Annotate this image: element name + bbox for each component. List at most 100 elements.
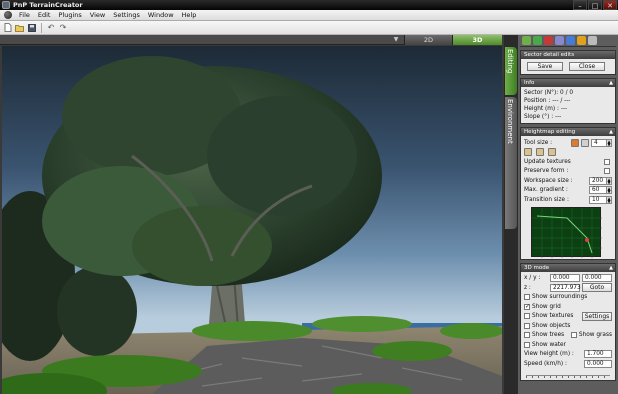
app-logo-icon — [4, 11, 12, 19]
update-textures-checkbox[interactable] — [604, 158, 610, 165]
toolbar-divider — [41, 22, 42, 33]
tab-3d[interactable]: 3D — [452, 35, 502, 45]
3d-mode-header: 3D mode ▲ — [521, 263, 615, 272]
menu-window[interactable]: Window — [144, 11, 178, 19]
minimap[interactable] — [531, 206, 602, 258]
tool-size-field[interactable]: 4 — [591, 138, 607, 147]
tab-editing-label: Editing — [506, 49, 514, 74]
show-objects-label: Show objects — [532, 322, 571, 329]
max-gradient-field[interactable]: 60 — [589, 186, 607, 195]
speed-slider[interactable] — [524, 372, 612, 378]
heightmap-section: Heightmap editing ▲ Tool size : 4 ▲ ▼ Upd… — [520, 127, 616, 260]
tool-size-stepper[interactable]: ▲ ▼ — [607, 138, 612, 147]
speed-label: Speed (km/h) : — [524, 360, 567, 367]
minimize-button[interactable]: – — [573, 0, 587, 10]
view-height-label: View height (m) : — [524, 351, 574, 358]
save-button[interactable]: Save — [527, 62, 563, 71]
object-tool-icon[interactable] — [544, 36, 553, 45]
panel-icon-bar — [520, 35, 616, 47]
z-label: z : — [524, 284, 531, 291]
y-field[interactable]: 0.000 — [582, 274, 612, 283]
close-button[interactable]: ✕ — [603, 0, 617, 10]
menu-view[interactable]: View — [86, 11, 109, 19]
preserve-form-checkbox[interactable] — [604, 168, 610, 175]
speed-field[interactable]: 0.000 — [584, 359, 612, 368]
app-icon — [2, 1, 10, 9]
menu-plugins[interactable]: Plugins — [54, 11, 85, 19]
raise-tool-icon[interactable] — [524, 148, 532, 157]
tab-editing[interactable]: Editing — [505, 47, 517, 95]
window-title: PnP TerrainCreator — [13, 1, 83, 9]
menu-edit[interactable]: Edit — [34, 11, 55, 19]
properties-panel: Sector detail edits Save Close Info ▲ Se… — [518, 35, 618, 394]
workspace-size-label: Workspace size : — [524, 177, 573, 184]
brush-round-icon[interactable] — [571, 138, 579, 147]
collapse-icon[interactable]: ▲ — [609, 79, 613, 87]
3d-viewport[interactable] — [2, 46, 502, 394]
workspace-size-field[interactable]: 200 — [589, 176, 607, 185]
light-tool-icon[interactable] — [577, 36, 586, 45]
settings-tool-icon[interactable] — [588, 36, 597, 45]
collapse-icon[interactable]: ▲ — [609, 264, 613, 272]
menu-file[interactable]: File — [15, 11, 34, 19]
show-trees-checkbox[interactable] — [524, 332, 530, 339]
show-water-label: Show water — [532, 341, 567, 348]
texture-tool-icon[interactable] — [533, 36, 542, 45]
workspace-size-stepper[interactable]: ▲ ▼ — [607, 176, 612, 185]
info-section: Info ▲ Sector (N°): 0 / 0 Position : ---… — [520, 78, 616, 124]
view-height-field[interactable]: 1.700 — [584, 350, 612, 359]
brush-square-icon[interactable] — [581, 138, 589, 147]
close-edits-button[interactable]: Close — [569, 62, 605, 71]
show-grid-checkbox[interactable]: ✓ — [524, 303, 530, 310]
sector-edits-section: Sector detail edits Save Close — [520, 50, 616, 75]
view-dropdown-arrow[interactable]: ▼ — [390, 35, 402, 45]
redo-icon[interactable]: ↷ — [58, 23, 68, 33]
show-water-checkbox[interactable] — [524, 341, 530, 348]
terrain-tool-icon[interactable] — [522, 36, 531, 45]
xy-label: x / y : — [524, 275, 541, 282]
info-title: Info — [524, 80, 535, 86]
x-field[interactable]: 0.000 — [550, 274, 580, 283]
save-icon[interactable] — [27, 23, 37, 33]
menu-settings[interactable]: Settings — [109, 11, 144, 19]
goto-button[interactable]: Goto — [582, 283, 612, 293]
lower-tool-icon[interactable] — [536, 148, 544, 157]
transition-size-stepper[interactable]: ▲ ▼ — [607, 195, 612, 204]
tab-2d[interactable]: 2D — [404, 35, 452, 45]
menu-help[interactable]: Help — [178, 11, 201, 19]
show-textures-label: Show textures — [532, 313, 574, 320]
show-grass-label: Show grass — [578, 332, 612, 339]
open-folder-icon[interactable] — [15, 23, 25, 33]
z-field[interactable]: 2217.973 — [550, 283, 581, 292]
tab-environment[interactable]: Environment — [505, 97, 517, 229]
side-tab-strip: Editing Environment — [504, 35, 518, 394]
info-sector: Sector (N°): 0 / 0 — [524, 90, 574, 96]
show-textures-checkbox[interactable] — [524, 313, 530, 320]
3d-mode-title: 3D mode — [524, 264, 550, 271]
show-surroundings-label: Show surroundings — [532, 294, 588, 301]
tab-environment-label: Environment — [506, 99, 514, 144]
show-grass-checkbox[interactable] — [570, 332, 577, 339]
tool-size-label: Tool size : — [524, 139, 553, 146]
info-header: Info ▲ — [521, 79, 615, 87]
undo-icon[interactable]: ↶ — [46, 23, 56, 33]
info-height: Height (m) : --- — [524, 106, 568, 112]
sector-edits-header: Sector detail edits — [521, 51, 615, 59]
view-tab-strip: ▼ 2D 3D — [0, 35, 502, 45]
preserve-form-label: Preserve form : — [524, 168, 569, 175]
show-objects-checkbox[interactable] — [524, 322, 530, 329]
maximize-button[interactable]: □ — [588, 0, 602, 10]
settings-button[interactable]: Settings — [582, 311, 612, 321]
slider-ticks — [526, 375, 610, 378]
update-textures-label: Update textures — [524, 158, 571, 165]
smooth-tool-icon[interactable] — [548, 148, 556, 157]
water-tool-icon[interactable] — [555, 36, 564, 45]
show-trees-label: Show trees — [532, 332, 565, 339]
max-gradient-stepper[interactable]: ▲ ▼ — [607, 186, 612, 195]
transition-size-field[interactable]: 10 — [589, 195, 607, 204]
collapse-icon[interactable]: ▲ — [609, 128, 613, 136]
info-position: Position : --- / --- — [524, 98, 571, 104]
sky-tool-icon[interactable] — [566, 36, 575, 45]
show-surroundings-checkbox[interactable] — [524, 294, 530, 301]
new-file-icon[interactable] — [3, 23, 13, 33]
